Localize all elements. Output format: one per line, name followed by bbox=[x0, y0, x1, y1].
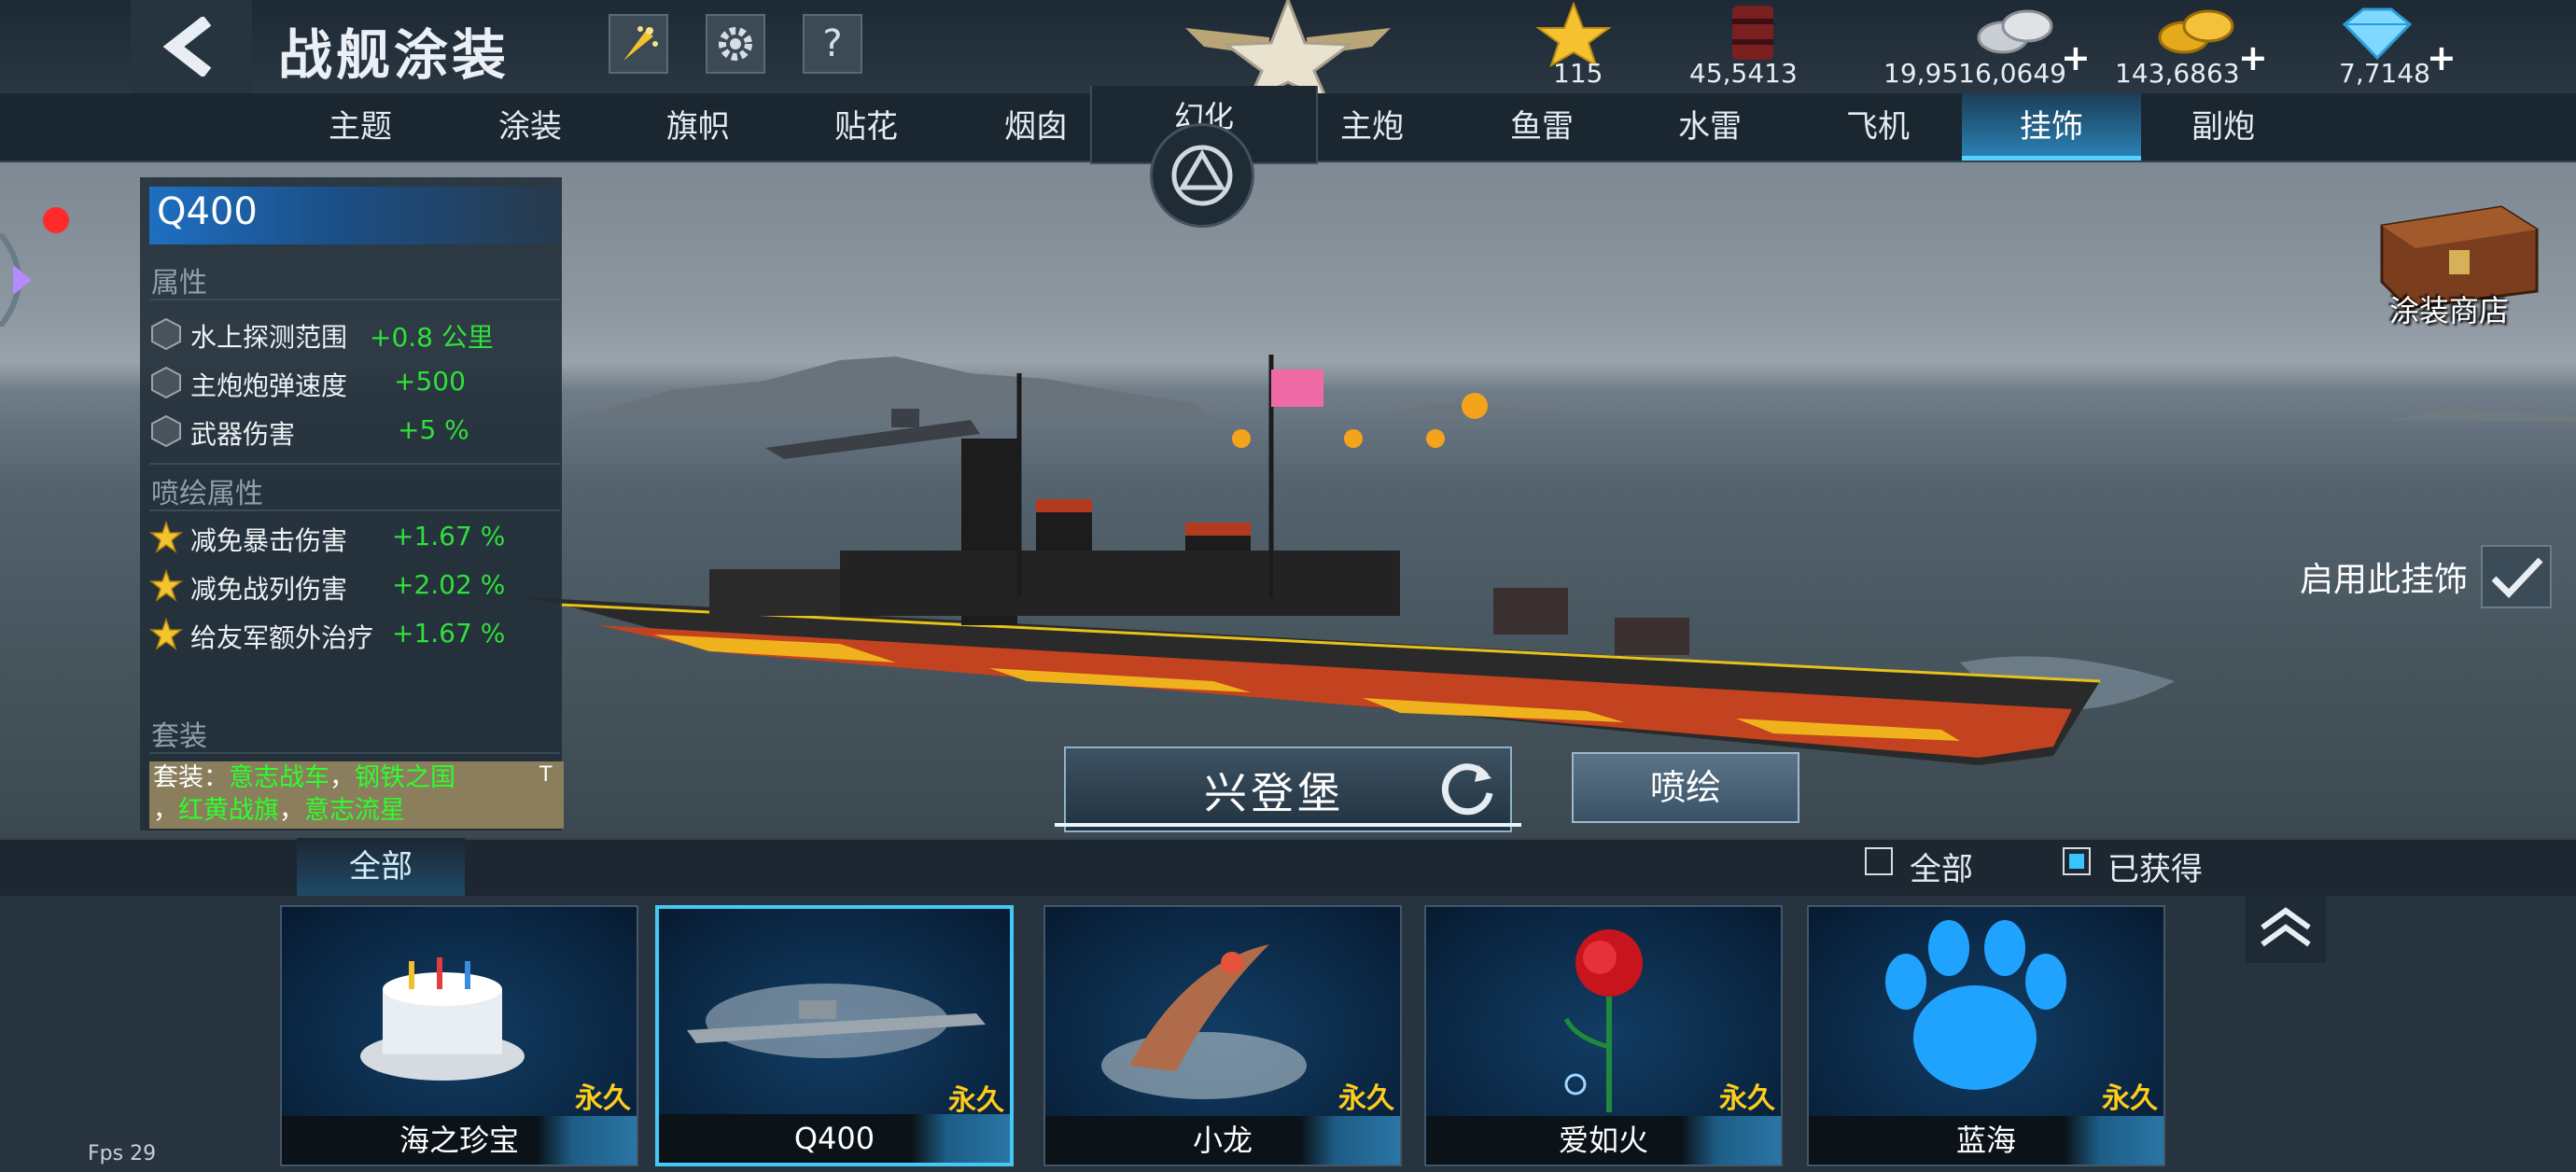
divider bbox=[149, 463, 560, 465]
tab-flag[interactable]: 旗帜 bbox=[614, 93, 782, 160]
resource-silver: 19,9516,0649 + bbox=[1882, 0, 2096, 93]
divider bbox=[149, 509, 560, 511]
ornament-card-selected[interactable]: 永久 Q400 bbox=[655, 905, 1014, 1166]
resource-gold: 143,6863 + bbox=[2111, 0, 2279, 93]
hex-attr-icon bbox=[151, 414, 181, 448]
ornament-name: Q400 bbox=[659, 1114, 1010, 1163]
resource-diamonds: 7,7148 + bbox=[2326, 0, 2457, 93]
set-tag-badge: T bbox=[539, 763, 553, 787]
hex-attr-icon bbox=[151, 366, 181, 399]
double-chevron-up-icon bbox=[2261, 907, 2311, 947]
enable-ornament-checkbox[interactable] bbox=[2481, 545, 2552, 608]
attr-row: 武器伤害 +5 % bbox=[149, 409, 560, 455]
fireworks-button[interactable] bbox=[609, 14, 668, 74]
tab-theme[interactable]: 主题 bbox=[276, 93, 444, 160]
fps-counter: Fps 29 bbox=[88, 1142, 157, 1165]
divider bbox=[149, 752, 560, 754]
set-bonus-text: 套装：意志战车，钢铁之国 ，红黄战旗，意志流星 bbox=[153, 763, 455, 825]
divider bbox=[149, 299, 560, 300]
permanent-tag: 永久 bbox=[1338, 1082, 1394, 1115]
gold-star-icon bbox=[149, 569, 183, 602]
filter-tab-all[interactable]: 全部 bbox=[297, 838, 465, 896]
ornament-name: 海之珍宝 bbox=[282, 1116, 637, 1165]
owned-only-checkbox[interactable] bbox=[2063, 847, 2091, 875]
notification-dot bbox=[43, 207, 69, 233]
oil-barrel-icon bbox=[1732, 6, 1773, 60]
back-arrow-icon bbox=[162, 17, 212, 77]
back-button[interactable] bbox=[131, 0, 252, 93]
show-all-label[interactable]: 全部 bbox=[1910, 844, 1973, 889]
tab-paint[interactable]: 涂装 bbox=[446, 93, 614, 160]
attr-header: 属性 bbox=[151, 267, 207, 300]
add-diamond-button[interactable]: + bbox=[2427, 37, 2457, 78]
ornament-card[interactable]: 永久 蓝海 bbox=[1807, 905, 2165, 1166]
name-bar-glow bbox=[1055, 823, 1521, 827]
triangle-emblem-icon bbox=[1171, 145, 1233, 206]
set-header: 套装 bbox=[151, 720, 207, 753]
tab-secondary-gun[interactable]: 副炮 bbox=[2139, 93, 2307, 160]
ornament-card[interactable]: 永久 海之珍宝 bbox=[280, 905, 638, 1166]
item-name: Q400 bbox=[157, 190, 258, 233]
resource-stars: 115 bbox=[1531, 0, 1643, 93]
paint-attr-row: 给友军额外治疗 +1.67 % bbox=[149, 612, 560, 659]
add-silver-button[interactable]: + bbox=[2061, 37, 2091, 78]
tab-mine[interactable]: 水雷 bbox=[1626, 93, 1794, 160]
permanent-tag: 永久 bbox=[575, 1082, 631, 1115]
ship-name: 兴登堡 bbox=[1204, 768, 1344, 818]
settings-button[interactable] bbox=[706, 14, 765, 74]
ornament-card[interactable]: 永久 爱如火 bbox=[1424, 905, 1783, 1166]
permanent-tag: 永久 bbox=[1719, 1082, 1775, 1115]
tab-aircraft[interactable]: 飞机 bbox=[1794, 93, 1962, 160]
attr-row: 水上探测范围 +0.8 公里 bbox=[149, 312, 560, 358]
gear-icon bbox=[719, 27, 752, 61]
show-all-checkbox[interactable] bbox=[1865, 847, 1893, 875]
add-gold-button[interactable]: + bbox=[2238, 37, 2268, 78]
ornament-name: 蓝海 bbox=[1809, 1116, 2163, 1165]
attr-row: 主炮炮弹速度 +500 bbox=[149, 360, 560, 407]
permanent-tag: 永久 bbox=[2102, 1082, 2158, 1115]
checkmark-icon bbox=[2491, 557, 2543, 599]
paint-attr-row: 减免战列伤害 +2.02 % bbox=[149, 564, 560, 610]
tab-ornament[interactable]: 挂饰 bbox=[1962, 93, 2141, 160]
tab-torpedo[interactable]: 鱼雷 bbox=[1458, 93, 1626, 160]
collapse-list-button[interactable] bbox=[2246, 896, 2326, 963]
owned-only-label[interactable]: 已获得 bbox=[2107, 844, 2203, 889]
fireworks-icon bbox=[623, 26, 658, 61]
gold-star-icon bbox=[149, 521, 183, 553]
enable-ornament-label: 启用此挂饰 bbox=[2300, 561, 2469, 599]
help-button[interactable]: ? bbox=[803, 14, 862, 74]
switch-ship-icon[interactable] bbox=[1437, 758, 1499, 819]
ornament-name: 小龙 bbox=[1045, 1116, 1400, 1165]
diamond-icon bbox=[2342, 7, 2413, 61]
silver-coins-icon bbox=[1977, 9, 2053, 54]
hex-attr-icon bbox=[151, 317, 181, 351]
spray-paint-button[interactable]: 喷绘 bbox=[1572, 752, 1799, 823]
gold-star-icon bbox=[149, 618, 183, 650]
tab-main-gun[interactable]: 主炮 bbox=[1288, 93, 1456, 160]
resource-oil: 45,5413 bbox=[1680, 0, 1848, 93]
paint-attr-row: 减免暴击伤害 +1.67 % bbox=[149, 515, 560, 562]
ornament-card[interactable]: 永久 小龙 bbox=[1043, 905, 1402, 1166]
ornament-name: 爱如火 bbox=[1426, 1116, 1781, 1165]
side-menu-expand-icon[interactable] bbox=[0, 233, 47, 327]
tab-decal[interactable]: 贴花 bbox=[782, 93, 950, 160]
paint-attr-header: 喷绘属性 bbox=[151, 478, 263, 510]
page-title: 战舰涂装 bbox=[278, 23, 511, 87]
transform-button[interactable] bbox=[1150, 123, 1254, 228]
gold-coins-icon bbox=[2158, 9, 2234, 54]
permanent-tag: 永久 bbox=[948, 1084, 1004, 1117]
paint-shop-label[interactable]: 涂装商店 bbox=[2389, 287, 2509, 330]
